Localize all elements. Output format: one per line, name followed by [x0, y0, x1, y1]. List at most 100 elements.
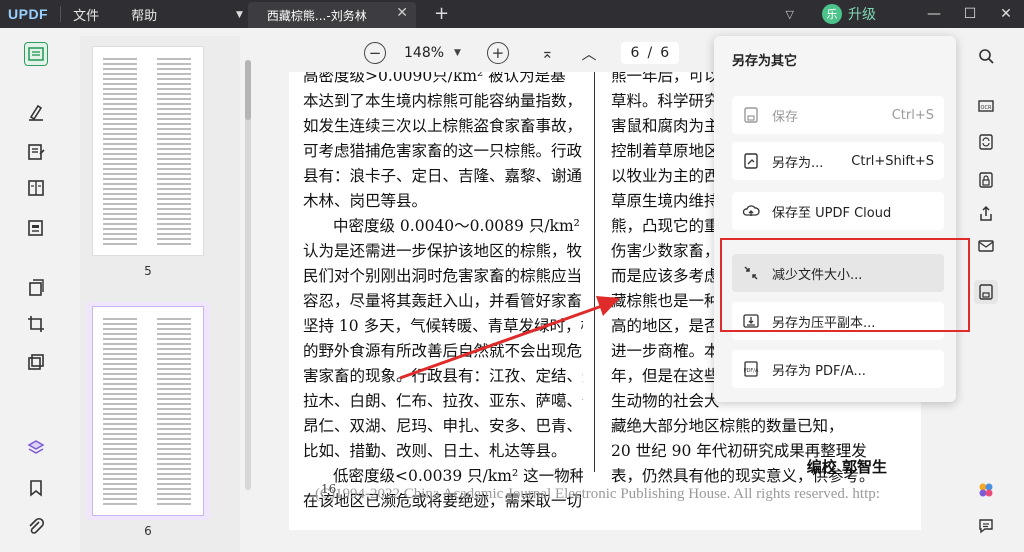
zoom-in-icon[interactable]: + [486, 42, 509, 64]
ocr-icon[interactable]: OCR [974, 94, 998, 118]
save-icon[interactable] [974, 280, 998, 304]
text-line: 藏绝大部分地区棕熊的数量已知， [611, 417, 844, 435]
save-label: 保存 [772, 109, 799, 125]
save-shortcut: Ctrl+S [891, 107, 934, 123]
zoom-dropdown-icon[interactable]: ▼ [454, 48, 461, 58]
svg-text:PDF/A: PDF/A [744, 368, 759, 374]
text-line: 可考虑猎捕危害家畜的这一只棕熊。行政 [303, 142, 583, 160]
organize-pages-icon[interactable] [24, 176, 48, 200]
save-menu-title: 另存为其它 [732, 54, 798, 69]
save-to-cloud-button[interactable]: 保存至 UPDF Cloud [732, 192, 944, 230]
text-line: 县有：浪卡子、定日、吉隆、嘉黎、谢通门、南 [303, 167, 583, 185]
save-as-pdfa-label: 另存为 PDF/A... [772, 363, 866, 379]
total-pages: 6 [660, 45, 670, 61]
ai-assistant-icon[interactable] [974, 478, 998, 502]
page-separator: / [647, 45, 653, 61]
redact-icon[interactable] [24, 350, 48, 374]
save-as-icon [744, 153, 758, 169]
svg-text:OCR: OCR [981, 105, 992, 111]
protect-icon[interactable] [974, 168, 998, 192]
maximize-icon[interactable]: ☐ [952, 6, 988, 22]
email-icon[interactable] [974, 234, 998, 258]
reader-mode-icon[interactable] [24, 42, 48, 66]
title-bar-right: ▽ 乐 升级 — ☐ ✕ [786, 0, 1024, 28]
previous-page-icon[interactable]: ︿ [582, 43, 597, 64]
page-tools-icon[interactable] [24, 276, 48, 300]
new-tab-icon[interactable]: + [434, 3, 449, 24]
edit-pdf-icon[interactable] [24, 140, 48, 164]
layers-icon[interactable] [24, 436, 48, 460]
thumbnail-label-6: 6 [144, 524, 152, 538]
scrollbar-thumb[interactable] [245, 60, 251, 120]
left-tool-rail [14, 36, 58, 548]
bookmark-icon[interactable] [24, 476, 48, 500]
annotation-highlight-box [720, 238, 970, 332]
editor-credit: 编校 郭智生 [806, 458, 887, 476]
text-line: 昂仁、双湖、尼玛、申扎、安多、巴青、索县、 [303, 417, 583, 435]
menu-help[interactable]: 帮助 [131, 5, 157, 24]
app-logo: UPDF [8, 6, 49, 22]
share-icon[interactable] [974, 202, 998, 226]
save-to-cloud-label: 保存至 UPDF Cloud [772, 205, 892, 221]
cloud-upload-icon [742, 205, 760, 216]
window-close-icon[interactable]: ✕ [988, 6, 1024, 22]
close-tab-icon[interactable]: ✕ [396, 5, 408, 21]
save-icon [744, 107, 758, 123]
save-as-shortcut: Ctrl+Shift+S [851, 153, 934, 169]
view-toolbar: − 148% ▼ + ⌅ ︿ 6 / 6 [364, 42, 680, 64]
text-line: 木林、岗巴等县。 [303, 192, 428, 210]
search-icon[interactable] [974, 44, 998, 68]
zoom-out-icon[interactable]: − [364, 42, 386, 64]
text-line: 害家畜的现象。行政县有：江孜、定结、聂 [303, 367, 583, 385]
text-line: 如发生连续三次以上棕熊盗食家畜事故， [303, 117, 583, 135]
form-icon[interactable] [24, 216, 48, 240]
tab-title: 西藏棕熊...-刘务林 [266, 8, 367, 23]
text-line: 高密度级>0.0090只/km² 被认为是基 [303, 72, 566, 85]
minimize-icon[interactable]: — [916, 6, 952, 22]
comment-highlighter-icon[interactable] [24, 100, 48, 124]
text-line: 拉木、白朗、仁布、拉孜、亚东、萨噶、仲巴、 [303, 392, 583, 410]
copyright-watermark: (C)1994-2022 China Academic Journal Elec… [315, 486, 880, 502]
upgrade-label: 升级 [848, 7, 876, 23]
thumbnail-panel: 5 6 [80, 36, 240, 552]
page-indicator[interactable]: 6 / 6 [620, 42, 680, 64]
save-as-menu: 另存为其它 保存 Ctrl+S 另存为... Ctrl+Shift+S 保存至 … [714, 36, 956, 402]
save-button[interactable]: 保存 Ctrl+S [732, 96, 944, 134]
text-line: 坚持 10 多天，气候转暖、青草发绿时，棕熊 [303, 317, 583, 335]
app-window: UPDF 文件 帮助 ▼ 西藏棕熊...-刘务林 ✕ + ▽ 乐 升级 — ☐ … [0, 0, 1024, 552]
first-page-icon[interactable]: ⌅ [541, 44, 554, 62]
text-line: 容忍，尽量将其轰赶入山，并看管好家畜， [303, 292, 583, 310]
comment-list-icon[interactable] [974, 514, 998, 538]
page-number: 16 [321, 482, 337, 496]
avatar: 乐 [822, 4, 842, 24]
menu-file[interactable]: 文件 [73, 5, 99, 24]
text-line: 中密度级 0.0040～0.0089 只/km² 被 [333, 217, 583, 235]
title-separator [60, 6, 62, 22]
chevron-down-icon[interactable]: ▽ [786, 8, 794, 21]
text-line: 认为是还需进一步保护该地区的棕熊，牧 [303, 242, 583, 260]
thumbnail-scrollbar[interactable] [245, 60, 251, 490]
title-bar: UPDF 文件 帮助 ▼ 西藏棕熊...-刘务林 ✕ + ▽ 乐 升级 — ☐ … [0, 0, 1024, 28]
zoom-level[interactable]: 148% [404, 45, 444, 61]
column-divider [594, 72, 595, 472]
attachment-icon[interactable] [24, 514, 48, 538]
save-as-pdfa-button[interactable]: PDF/A 另存为 PDF/A... [732, 350, 944, 388]
right-tool-rail: OCR [960, 36, 1010, 552]
thumbnail-label-5: 5 [144, 264, 152, 278]
convert-icon[interactable] [974, 130, 998, 154]
text-line: 的野外食源有所改善后自然就不会出现危 [303, 342, 583, 360]
current-page[interactable]: 6 [631, 45, 640, 61]
document-tab[interactable]: ▼ 西藏棕熊...-刘务林 ✕ [236, 2, 416, 28]
text-line: 比如、措勤、改则、日土、札达等县。 [303, 442, 567, 460]
text-line: 民们对个别刚出洞时危害家畜的棕熊应当 [303, 267, 583, 285]
upgrade-button[interactable]: 乐 升级 [822, 4, 876, 24]
save-as-button[interactable]: 另存为... Ctrl+Shift+S [732, 142, 944, 180]
save-as-label: 另存为... [772, 155, 824, 171]
tab-dropdown-icon[interactable]: ▼ [236, 10, 243, 20]
page-thumbnail-5[interactable] [92, 46, 204, 256]
page-left-column: 高密度级>0.0090只/km² 被认为是基本达到了本生境内棕熊可能容纳量指数，… [303, 72, 583, 514]
page-thumbnail-6[interactable] [92, 306, 204, 516]
pdfa-icon: PDF/A [744, 361, 759, 377]
text-line: 本达到了本生境内棕熊可能容纳量指数， [303, 92, 583, 110]
crop-icon[interactable] [24, 312, 48, 336]
